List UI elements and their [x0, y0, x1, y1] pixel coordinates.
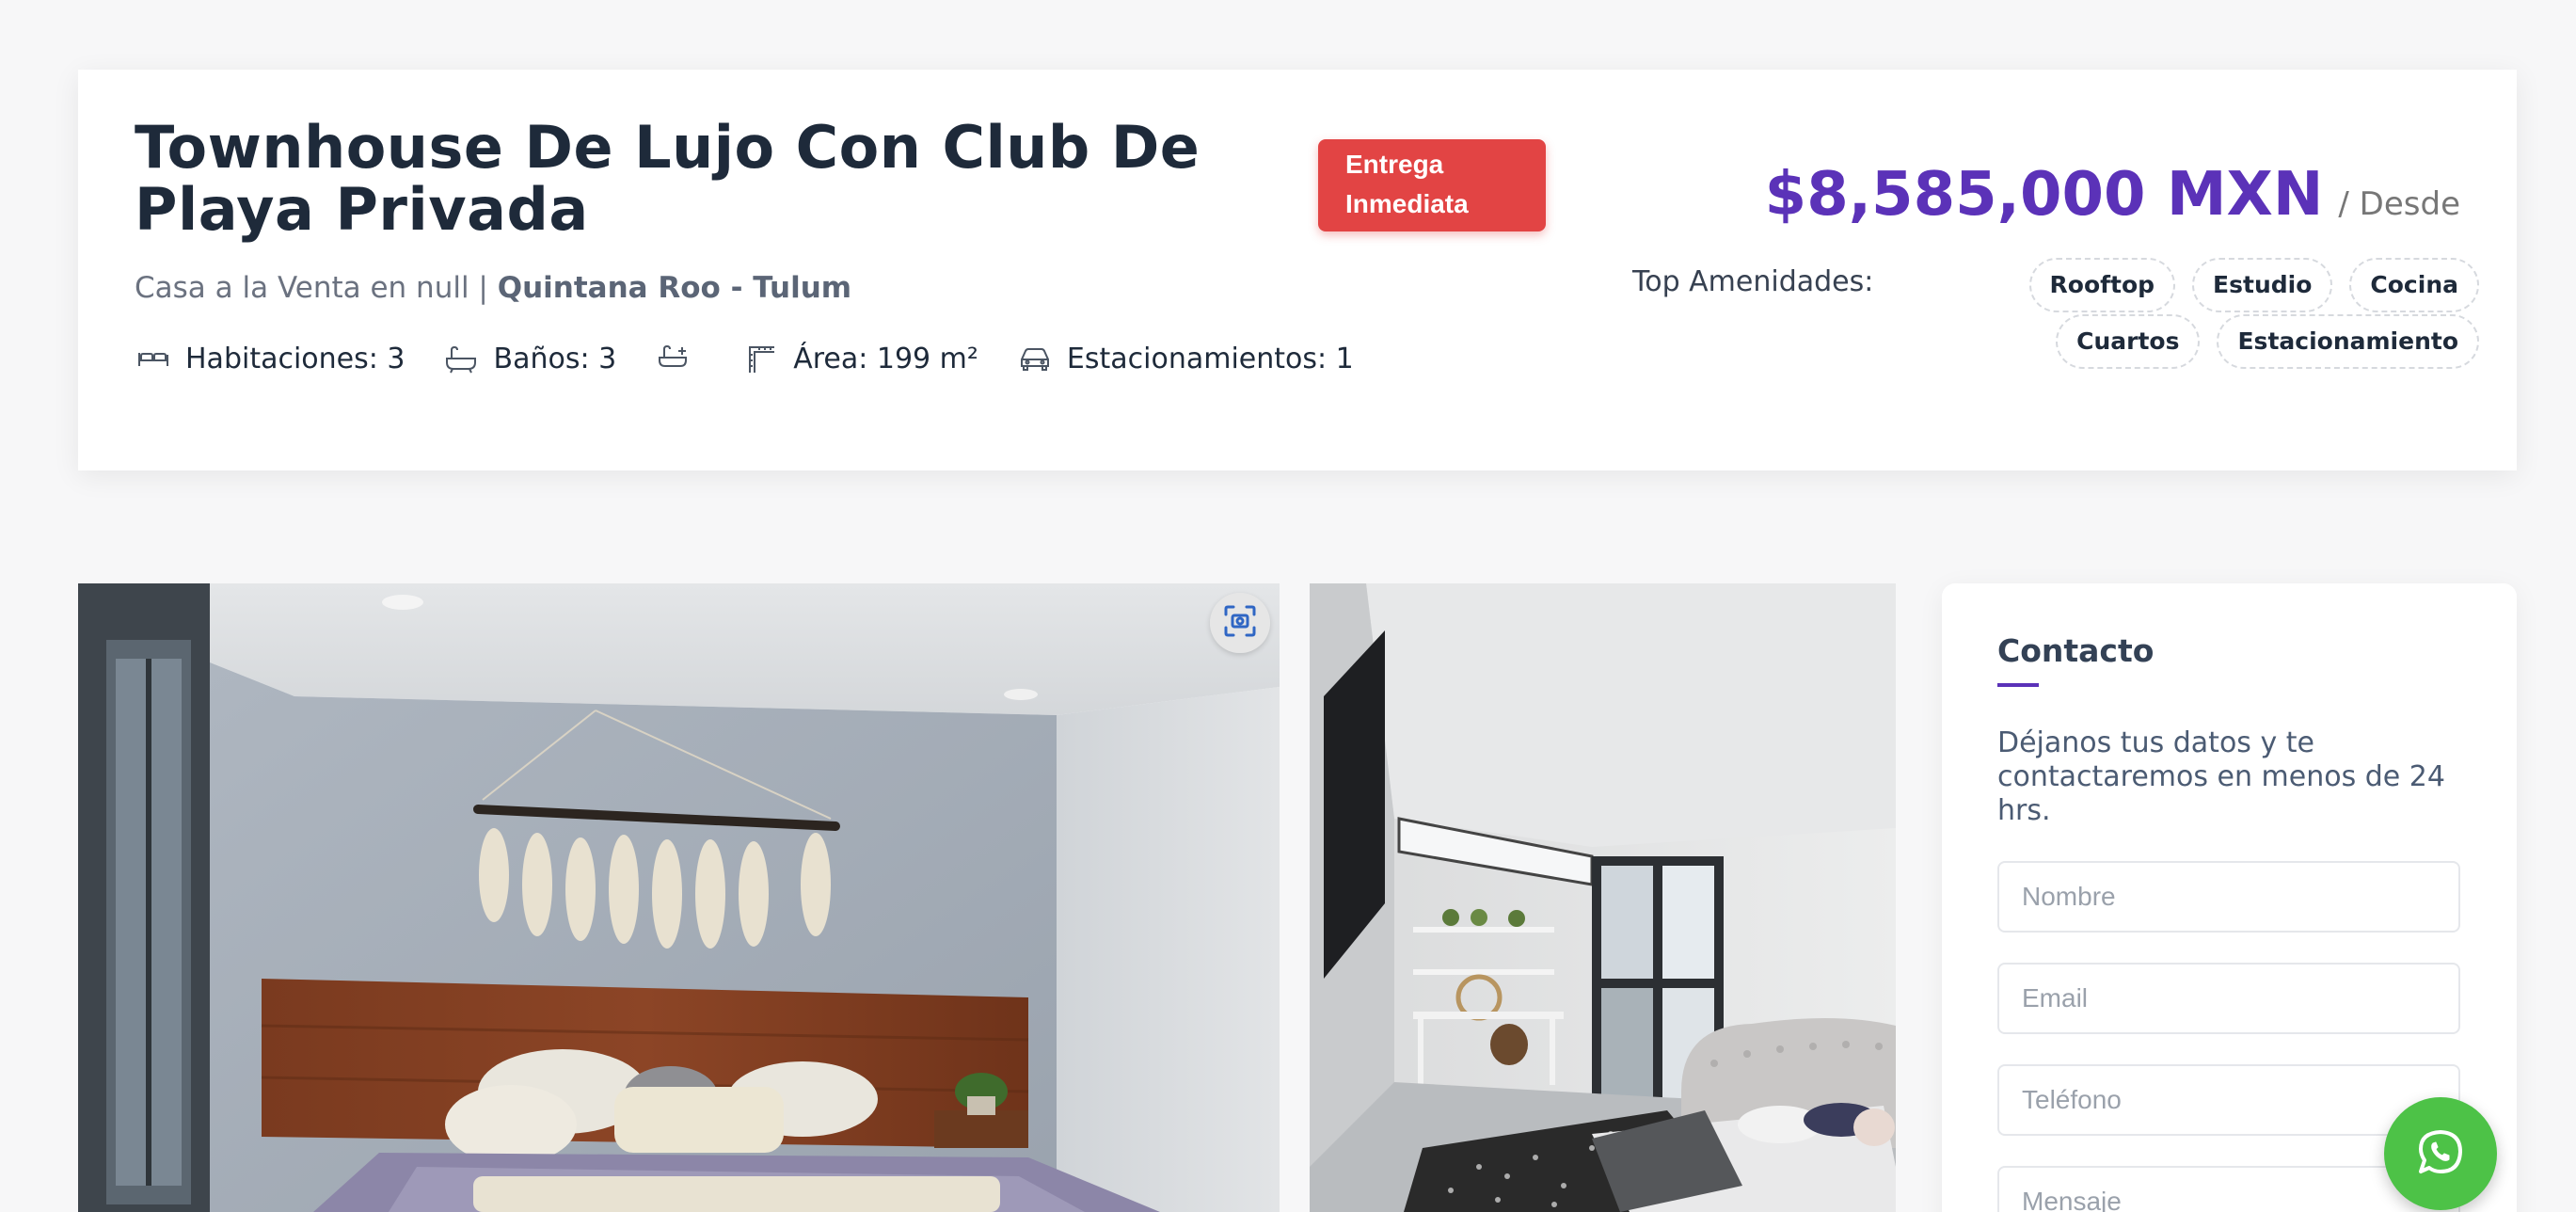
gallery-main-photo[interactable]	[78, 583, 1280, 1212]
amenity-chip-estacionamiento[interactable]: Estacionamiento	[2217, 314, 2479, 369]
bathrooms-label: Baños: 3	[493, 342, 617, 375]
amenity-chip-rooftop[interactable]: Rooftop	[2028, 258, 2176, 312]
amenity-chip-estudio[interactable]: Estudio	[2192, 258, 2333, 312]
subtitle-prefix: Casa a la Venta en null |	[135, 271, 498, 305]
contact-description: Déjanos tus datos y te contactaremos en …	[1997, 726, 2445, 827]
location-link[interactable]: Quintana Roo - Tulum	[498, 271, 851, 305]
property-header-card: Townhouse De Lujo Con Club De Playa Priv…	[78, 70, 2517, 470]
parking-label: Estacionamientos: 1	[1066, 342, 1354, 375]
contact-title-underline	[1997, 683, 2039, 687]
expand-gallery-button[interactable]	[1210, 593, 1270, 653]
delivery-badge: Entrega Inmediata	[1318, 139, 1546, 231]
amenities-chips: Rooftop Estudio Cocina Cuartos Estaciona…	[1877, 258, 2479, 369]
price-amount: $8,585,000 MXN	[1764, 160, 2324, 230]
feature-half-bath	[654, 340, 705, 377]
gallery-side-photo[interactable]	[1310, 583, 1896, 1212]
feature-list: Habitaciones: 3 Baños: 3 Área: 199 m² Es…	[135, 335, 1391, 382]
bed-icon	[135, 340, 172, 377]
email-input[interactable]	[1997, 963, 2460, 1034]
price-block: $8,585,000 MXN / Desde	[1765, 160, 2460, 230]
amenity-chip-cocina[interactable]: Cocina	[2349, 258, 2479, 312]
name-input[interactable]	[1997, 861, 2460, 933]
bedrooms-label: Habitaciones: 3	[185, 342, 405, 375]
property-title: Townhouse De Lujo Con Club De Playa Priv…	[135, 113, 1201, 244]
area-label: Área: 199 m²	[793, 342, 978, 375]
feature-area: Área: 199 m²	[742, 340, 978, 377]
expand-scan-icon	[1222, 603, 1258, 643]
area-icon	[742, 340, 780, 377]
bathtub-icon	[442, 340, 480, 377]
property-subtitle: Casa a la Venta en null | Quintana Roo -…	[135, 271, 851, 305]
half-bath-icon	[654, 340, 692, 377]
whatsapp-icon	[2413, 1124, 2468, 1183]
whatsapp-button[interactable]	[2384, 1097, 2497, 1210]
amenities-label: Top Amenidades:	[1632, 265, 1874, 298]
feature-parking: Estacionamientos: 1	[1016, 340, 1354, 377]
feature-bathrooms: Baños: 3	[442, 340, 616, 377]
feature-bedrooms: Habitaciones: 3	[135, 340, 405, 377]
car-icon	[1016, 340, 1054, 377]
amenity-chip-cuartos[interactable]: Cuartos	[2056, 314, 2201, 369]
contact-title: Contacto	[1997, 632, 2155, 669]
price-suffix: / Desde	[2338, 185, 2460, 223]
